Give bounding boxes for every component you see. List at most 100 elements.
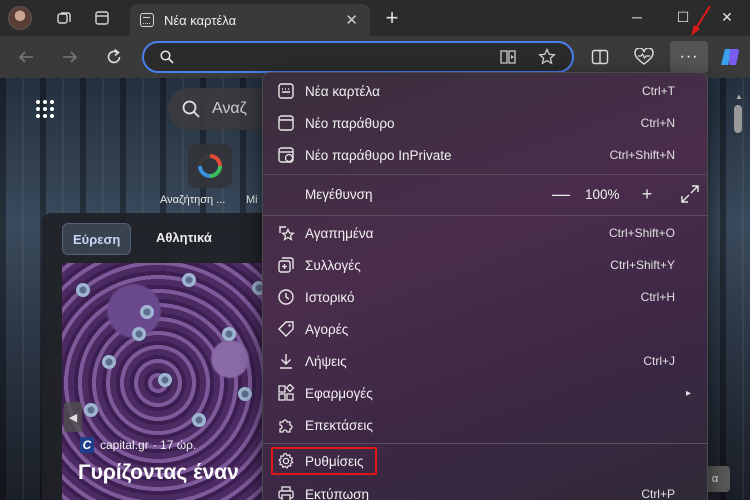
menu-item-apps[interactable]: Εφαρμογές ▸: [267, 378, 703, 408]
back-arrow-icon: [18, 51, 33, 63]
favorites-icon: [279, 226, 295, 241]
split-screen-icon: [591, 49, 609, 65]
forward-button[interactable]: [56, 43, 84, 71]
title-bar: Νέα καρτέλα ✕ + ─ ☐ ✕: [0, 0, 750, 36]
menu-item-shopping[interactable]: Αγορές: [267, 314, 703, 344]
menu-item-shortcut: Ctrl+P: [641, 487, 675, 500]
menu-item-label: Αγορές: [305, 321, 349, 337]
annotation-arrow-icon: [691, 5, 711, 36]
quicklink-icon: [188, 144, 232, 188]
quicklink-search[interactable]: Αναζήτηση ...: [160, 144, 260, 206]
source-logo-icon: C: [80, 437, 94, 453]
workspaces-icon[interactable]: [50, 4, 78, 32]
print-icon: [278, 486, 294, 500]
feed-tab-discover[interactable]: Εύρεση: [62, 223, 132, 255]
profile-avatar[interactable]: [8, 6, 32, 30]
refresh-button[interactable]: [100, 43, 128, 71]
menu-item-new-inprivate-window[interactable]: Νέο παράθυρο InPrivate Ctrl+Shift+N: [267, 140, 703, 170]
menu-divider: [263, 215, 707, 216]
collections-icon: [278, 257, 294, 273]
menu-item-shortcut: Ctrl+Shift+N: [609, 148, 675, 162]
zoom-level: 100%: [585, 186, 620, 202]
menu-item-downloads[interactable]: Λήψεις Ctrl+J: [267, 346, 703, 376]
tab-title: Νέα καρτέλα: [164, 12, 237, 28]
inprivate-icon: [278, 147, 294, 163]
back-button[interactable]: [12, 43, 40, 71]
menu-item-label: Νέο παράθυρο InPrivate: [305, 147, 452, 163]
extensions-icon: [279, 419, 293, 433]
article-source: C capital.gr · 17 ώρ.: [80, 437, 196, 453]
settings-and-more-menu: Νέα καρτέλα Ctrl+T Νέο παράθυρο Ctrl+N Ν…: [262, 72, 708, 500]
carousel-prev-button[interactable]: ◀: [64, 402, 82, 432]
menu-item-history[interactable]: Ιστορικό Ctrl+H: [267, 282, 703, 312]
menu-item-label: Νέα καρτέλα: [305, 83, 380, 99]
article-source-name: capital.gr: [100, 438, 149, 452]
menu-item-label: Εφαρμογές: [305, 385, 373, 401]
menu-item-favorites[interactable]: Αγαπημένα Ctrl+Shift+O: [267, 218, 703, 248]
download-icon: [280, 354, 292, 369]
menu-item-shortcut: Ctrl+Shift+O: [608, 226, 675, 240]
menu-item-collections[interactable]: Συλλογές Ctrl+Shift+Y: [267, 250, 703, 280]
scroll-up-icon[interactable]: ▲: [734, 92, 744, 101]
fullscreen-icon[interactable]: [679, 183, 701, 205]
menu-item-label: Συλλογές: [305, 257, 361, 273]
tab-close-icon[interactable]: ✕: [345, 11, 358, 29]
menu-item-shortcut: Ctrl+J: [643, 354, 675, 368]
split-screen-button[interactable]: [586, 43, 614, 71]
zoom-label: Μεγέθυνση: [305, 186, 373, 202]
copilot-button[interactable]: [716, 43, 744, 71]
copilot-icon: [721, 49, 739, 65]
search-icon: [182, 100, 200, 118]
tab-actions-icon[interactable]: [88, 4, 116, 32]
menu-item-label: Επεκτάσεις: [305, 417, 373, 433]
menu-item-shortcut: Ctrl+Shift+Y: [610, 258, 675, 272]
refresh-icon: [107, 48, 121, 64]
page-search-placeholder: Αναζ: [212, 100, 247, 117]
address-input[interactable]: [184, 47, 484, 67]
minimize-button[interactable]: ─: [614, 2, 660, 32]
new-window-icon: [278, 115, 294, 131]
new-tab-button[interactable]: +: [378, 4, 406, 32]
search-icon: [160, 50, 174, 64]
zoom-in-button[interactable]: +: [635, 182, 659, 206]
settings-and-more-button[interactable]: ···: [670, 41, 708, 73]
menu-item-label: Νέο παράθυρο: [305, 115, 395, 131]
menu-item-label: Αγαπημένα: [305, 225, 374, 241]
page-scrollbar[interactable]: ▲: [734, 92, 744, 496]
new-tab-page-icon: [140, 13, 154, 27]
feed-tab-sports[interactable]: Αθλητικά: [156, 230, 212, 245]
settings-highlight-box: [271, 447, 377, 475]
new-tab-icon: [278, 83, 294, 99]
menu-item-extensions[interactable]: Επεκτάσεις: [267, 410, 703, 440]
submenu-arrow-icon: ▸: [685, 387, 691, 399]
article-headline[interactable]: Γυρίζοντας έναν: [78, 461, 239, 485]
forward-arrow-icon: [63, 51, 78, 63]
menu-divider: [263, 174, 707, 175]
scrollbar-thumb[interactable]: [734, 105, 742, 133]
menu-item-label: Ιστορικό: [305, 289, 355, 305]
menu-item-shortcut: Ctrl+H: [640, 290, 675, 304]
favorite-star-icon[interactable]: [538, 48, 556, 66]
apps-icon: [278, 384, 295, 401]
quicklink-2-label[interactable]: Mi: [246, 194, 258, 206]
menu-item-zoom: Μεγέθυνση — 100% +: [267, 179, 703, 209]
menu-item-label: Λήψεις: [305, 353, 347, 369]
tab-new-tab[interactable]: Νέα καρτέλα ✕: [130, 4, 370, 36]
browser-essentials-button[interactable]: [630, 43, 658, 71]
immersive-reader-icon[interactable]: [500, 49, 518, 65]
shopping-tag-icon: [278, 321, 294, 337]
menu-item-new-window[interactable]: Νέο παράθυρο Ctrl+N: [267, 108, 703, 138]
menu-item-shortcut: Ctrl+T: [642, 84, 675, 98]
quicklink-label: Αναζήτηση ...: [160, 194, 226, 206]
address-bar[interactable]: [142, 41, 574, 73]
app-launcher-icon[interactable]: [36, 100, 54, 118]
menu-item-print[interactable]: Εκτύπωση Ctrl+P: [267, 479, 703, 500]
menu-item-label: Εκτύπωση: [305, 486, 369, 500]
history-icon: [278, 289, 294, 305]
menu-item-shortcut: Ctrl+N: [640, 116, 675, 130]
heart-pulse-icon: [634, 48, 654, 65]
article-time: · 17 ώρ.: [152, 438, 197, 452]
menu-item-new-tab[interactable]: Νέα καρτέλα Ctrl+T: [267, 76, 703, 106]
zoom-out-button[interactable]: —: [549, 182, 573, 206]
menu-divider: [263, 443, 707, 444]
